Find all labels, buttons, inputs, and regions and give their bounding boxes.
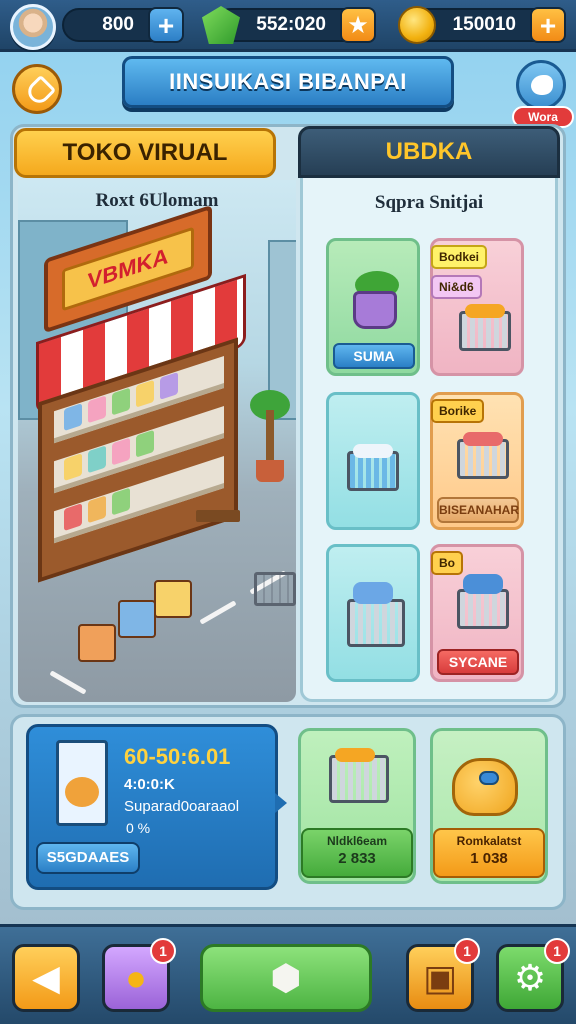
shop-tag-button[interactable] xyxy=(12,64,62,114)
card-tag: Borike xyxy=(431,399,485,423)
promo-button[interactable]: S5GDAAES xyxy=(36,842,140,874)
resource-1-value: 800 xyxy=(102,14,134,35)
notification-button[interactable] xyxy=(516,60,566,110)
store-card-cart-2[interactable] xyxy=(326,392,420,530)
offer-1-price: 2 833 xyxy=(338,850,376,867)
product-icon xyxy=(88,495,106,524)
card-tag: Bo xyxy=(431,551,463,575)
offer-button-2[interactable]: Romkalatst 1 038 xyxy=(433,828,545,878)
offer-1-label: Nldkl6eam xyxy=(326,834,388,848)
product-icon xyxy=(136,429,154,458)
page-title: IINSUIKASI BIBANPAI xyxy=(122,56,454,108)
player-avatar[interactable] xyxy=(10,4,56,50)
cart-icon xyxy=(347,582,405,647)
card-button[interactable]: BISEANAHAR xyxy=(437,497,519,523)
promo-title: 60-50:6.01 xyxy=(124,744,231,769)
resource-counter-2: 552:020 ★ xyxy=(202,6,376,44)
cart-goods xyxy=(353,444,393,458)
store-card-cart-4[interactable] xyxy=(326,544,420,682)
store-caption: Sqpra Snitjai xyxy=(374,192,484,213)
coin-icon xyxy=(398,6,436,44)
cart-goods xyxy=(463,574,503,594)
add-resource-1-button[interactable]: + xyxy=(148,7,184,43)
product-icon xyxy=(112,487,130,516)
cart-icon xyxy=(457,574,509,629)
offer-2-label: Romkalatst xyxy=(456,834,522,848)
card-tag: Bodkei xyxy=(431,245,488,269)
notification-badge: 1 xyxy=(150,938,176,964)
product-icon xyxy=(112,437,130,466)
card-tag: Ni&d6 xyxy=(431,275,482,299)
resource-counter-3: 150010 + xyxy=(398,6,566,44)
store-scene: Roxt 6Ulomam VBMKA xyxy=(18,180,296,702)
offer-button-1[interactable]: Nldkl6eam 2 833 xyxy=(301,828,413,878)
product-icon xyxy=(160,372,178,400)
cart-icon xyxy=(329,748,389,803)
promo-subtitle: 4:0:0:K xyxy=(124,776,175,793)
fruit-icon xyxy=(65,777,99,807)
offer-2-price: 1 038 xyxy=(470,850,508,867)
product-icon xyxy=(136,379,154,408)
back-arrow-icon: ◀ xyxy=(32,957,60,998)
shopping-cart[interactable] xyxy=(254,572,296,606)
crate xyxy=(154,580,192,618)
shop-building[interactable]: VBMKA xyxy=(18,180,246,583)
card-button[interactable]: SYCANE xyxy=(437,649,519,675)
notification-badge: 1 xyxy=(544,938,570,964)
back-button[interactable]: ◀ xyxy=(12,944,80,1012)
toy-icon xyxy=(452,758,518,816)
product-icon xyxy=(88,445,106,474)
store-card-plant[interactable]: SUMA xyxy=(326,238,420,376)
cart-icon xyxy=(457,432,509,479)
toy-eye xyxy=(479,771,499,785)
tab-update[interactable]: UBDKA xyxy=(298,126,560,178)
crate xyxy=(78,624,116,662)
resource-3-value: 150010 xyxy=(452,14,516,35)
notification-badge: 1 xyxy=(454,938,480,964)
resource-counter-1: 800 + xyxy=(62,7,184,43)
cart-goods xyxy=(465,304,505,318)
palm-pot xyxy=(256,460,284,482)
product-icon xyxy=(64,503,82,532)
promo-description: Suparad0oaraaol xyxy=(124,798,240,815)
road-marking xyxy=(49,670,87,695)
product-icon xyxy=(64,453,82,482)
cube-icon: ⬢ xyxy=(270,957,302,998)
product-icon xyxy=(64,403,82,432)
pot xyxy=(353,291,397,329)
add-resource-3-button[interactable]: + xyxy=(530,7,566,43)
promo-indicator: 0 % xyxy=(126,820,151,836)
store-card-cart[interactable]: Bodkei Ni&d6 xyxy=(430,238,524,376)
store-card-cart-3[interactable]: Borike BISEANAHAR xyxy=(430,392,524,530)
cart-goods xyxy=(463,432,503,446)
card-button[interactable]: SUMA xyxy=(333,343,415,369)
bench xyxy=(196,510,240,522)
crate xyxy=(118,600,156,638)
cart-goods xyxy=(335,748,375,762)
product-icon xyxy=(112,387,130,416)
road-marking xyxy=(199,600,237,625)
plant-pot-icon xyxy=(351,271,399,329)
milk-carton-icon xyxy=(56,740,108,826)
potted-palm xyxy=(250,380,290,482)
center-action-button[interactable]: ⬢ xyxy=(200,944,372,1012)
star-icon[interactable]: ★ xyxy=(340,7,376,43)
cart-icon xyxy=(347,444,399,491)
tab-virtual-store[interactable]: TOKO VIRUAL xyxy=(14,128,276,178)
cart-goods xyxy=(353,582,393,604)
resource-2-value: 552:020 xyxy=(256,14,326,35)
cart-icon xyxy=(459,304,511,351)
store-card-cart-5[interactable]: Bo SYCANE xyxy=(430,544,524,682)
product-icon xyxy=(88,395,106,424)
